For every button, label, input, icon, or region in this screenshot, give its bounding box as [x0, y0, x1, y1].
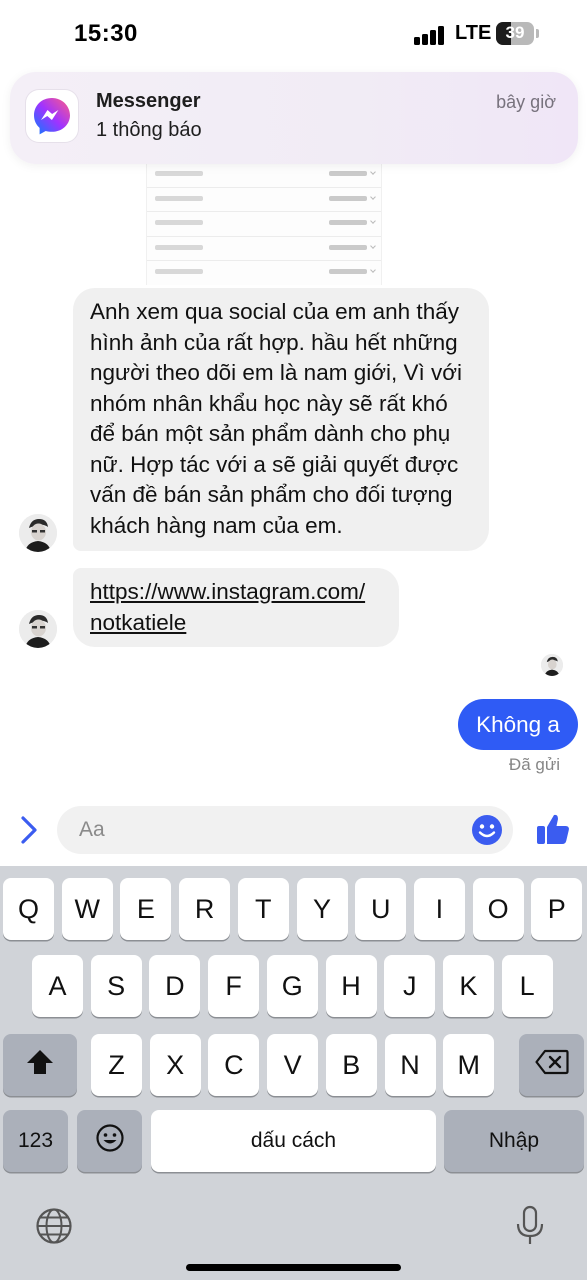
received-message-bubble[interactable]: Anh xem qua social của em anh thấy hình … [73, 288, 489, 551]
key-f[interactable]: F [208, 955, 260, 1017]
network-label: LTE [455, 22, 492, 44]
delivery-status: Đã gửi [508, 755, 560, 774]
key-b[interactable]: B [325, 1034, 377, 1096]
instagram-link-line1[interactable]: https://www.instagram.com/ [90, 579, 365, 604]
contact-avatar[interactable] [19, 514, 57, 552]
key-h[interactable]: H [325, 955, 377, 1017]
message-input-placeholder: Aa [79, 818, 105, 841]
received-link-bubble[interactable]: https://www.instagram.com/ notkatiele [73, 568, 399, 647]
status-bar: 15:30 LTE 39 [0, 0, 587, 70]
key-v[interactable]: V [267, 1034, 319, 1096]
key-n[interactable]: N [384, 1034, 436, 1096]
key-k[interactable]: K [442, 955, 494, 1017]
key-z[interactable]: Z [91, 1034, 142, 1096]
emoji-keyboard-icon [95, 1123, 125, 1160]
battery-tip [536, 29, 539, 38]
instagram-link-line2[interactable]: notkatiele [90, 610, 186, 635]
key-p[interactable]: P [531, 878, 583, 940]
key-m[interactable]: M [443, 1034, 495, 1096]
key-d[interactable]: D [149, 955, 201, 1017]
key-c[interactable]: C [208, 1034, 260, 1096]
emoji-keyboard-key[interactable] [77, 1110, 142, 1172]
key-r[interactable]: R [179, 878, 231, 940]
notification-app-name: Messenger [96, 90, 201, 112]
sent-message-bubble[interactable]: Không a [458, 699, 578, 750]
key-u[interactable]: U [355, 878, 407, 940]
shared-image-attachment[interactable] [146, 163, 382, 285]
status-time: 15:30 [74, 20, 138, 47]
message-input[interactable]: Aa [57, 806, 513, 854]
backspace-icon [534, 1049, 569, 1082]
key-w[interactable]: W [61, 878, 113, 940]
key-q[interactable]: Q [3, 878, 54, 940]
microphone-icon[interactable] [514, 1204, 546, 1248]
key-l[interactable]: L [501, 955, 553, 1017]
key-g[interactable]: G [266, 955, 318, 1017]
smiley-icon[interactable] [471, 814, 503, 846]
key-y[interactable]: Y [296, 878, 348, 940]
home-indicator [186, 1264, 401, 1271]
notification-time: bây giờ [496, 92, 556, 112]
key-i[interactable]: I [413, 878, 465, 940]
battery-percent: 39 [505, 23, 525, 42]
messenger-logo-icon [26, 90, 78, 142]
notification-body: 1 thông báo [96, 119, 202, 141]
return-key[interactable]: Nhập [444, 1110, 584, 1172]
key-e[interactable]: E [120, 878, 172, 940]
shift-icon [25, 1048, 55, 1083]
backspace-key[interactable] [519, 1034, 584, 1096]
notification-banner[interactable]: Messenger 1 thông báo bây giờ [10, 72, 578, 164]
shift-key[interactable] [3, 1034, 77, 1096]
signal-icon [414, 25, 446, 45]
battery-icon: 39 [496, 22, 534, 45]
thumbs-up-icon[interactable] [534, 810, 572, 848]
keyboard: QWERTYUIOP ASDFGHJKL ZXCVBNM 123 dấu các… [0, 866, 587, 1280]
key-s[interactable]: S [90, 955, 142, 1017]
key-x[interactable]: X [149, 1034, 201, 1096]
numbers-key[interactable]: 123 [3, 1110, 68, 1172]
key-o[interactable]: O [472, 878, 524, 940]
space-key[interactable]: dấu cách [151, 1110, 436, 1172]
chevron-right-icon[interactable] [14, 812, 44, 848]
key-t[interactable]: T [237, 878, 289, 940]
read-receipt-avatar [541, 654, 563, 676]
key-j[interactable]: J [384, 955, 436, 1017]
key-a[interactable]: A [32, 955, 83, 1017]
globe-icon[interactable] [34, 1206, 74, 1246]
contact-avatar[interactable] [19, 610, 57, 648]
